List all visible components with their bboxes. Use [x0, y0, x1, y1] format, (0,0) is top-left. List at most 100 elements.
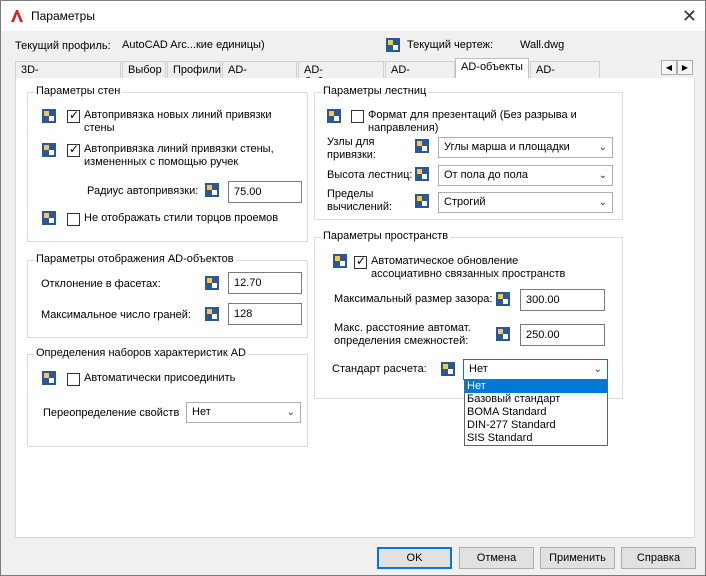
dropdown-option-basic[interactable]: Базовый стандарт — [465, 393, 607, 406]
max-gap-label: Максимальный размер зазора: — [334, 293, 493, 305]
tab-scroll-left-icon[interactable]: ◀ — [661, 60, 677, 75]
max-gap-input[interactable]: 300.00 — [520, 289, 605, 311]
tab-scroll-right-icon[interactable]: ▶ — [677, 60, 693, 75]
drawing-icon — [42, 143, 56, 157]
drawing-icon — [415, 167, 429, 181]
tab-ad-projects[interactable]: AD-проекты — [385, 61, 455, 88]
hide-endcap-styles-checkbox[interactable] — [67, 213, 80, 226]
presentation-format-label-2: направления) — [368, 122, 439, 134]
tab-ad-objects[interactable]: AD-объекты — [455, 58, 529, 79]
snap-nodes-label-2: привязки: — [327, 149, 376, 161]
stair-height-select[interactable]: От пола до пола ⌄ — [438, 165, 613, 186]
current-profile-label: Текущий профиль: — [15, 40, 111, 52]
auto-snap-grip-walls-label: Автопривязка линий привязки стены, — [84, 143, 274, 155]
drawing-icon — [42, 371, 56, 385]
title-bar: Параметры ✕ — [1, 1, 705, 31]
auto-update-spaces-checkbox[interactable]: ✓ — [354, 254, 367, 269]
psets-group: Определения наборов характеристик AD — [27, 347, 308, 447]
chevron-down-icon: ⌄ — [598, 142, 607, 153]
tab-ad-library[interactable]: AD-библиотека — [298, 61, 384, 88]
snap-nodes-select[interactable]: Углы марша и площадки ⌄ — [438, 137, 613, 158]
snap-radius-label: Радиус автопривязки: — [87, 185, 199, 197]
help-button[interactable]: Справка — [621, 547, 696, 569]
drawing-icon — [415, 139, 429, 153]
presentation-format-label: Формат для презентаций (Без разрыва и — [368, 109, 577, 121]
auto-snap-new-walls-label-2: стены — [84, 122, 115, 134]
calc-limits-value: Строгий — [444, 196, 486, 208]
facet-deviation-input[interactable]: 12.70 — [228, 272, 302, 294]
tab-ad-editor[interactable]: AD-редактор — [222, 61, 297, 88]
calc-limits-select[interactable]: Строгий ⌄ — [438, 192, 613, 213]
cancel-button[interactable]: Отмена — [459, 547, 534, 569]
stair-height-label: Высота лестниц: — [327, 169, 413, 181]
display-group-title: Параметры отображения AD-объектов — [34, 253, 236, 265]
tab-3d-modeling[interactable]: 3D-моделирование — [15, 61, 121, 88]
drawing-icon — [205, 307, 219, 321]
chevron-down-icon: ⌄ — [593, 364, 602, 375]
property-override-value: Нет — [192, 406, 211, 418]
drawing-icon — [333, 254, 347, 268]
chevron-down-icon: ⌄ — [286, 407, 295, 418]
adjacency-distance-label-2: определения смежностей: — [334, 335, 469, 347]
psets-group-title: Определения наборов характеристик AD — [34, 347, 248, 359]
hide-endcap-styles-label: Не отображать стили торцов проемов — [84, 212, 279, 224]
drawing-icon — [205, 276, 219, 290]
options-dialog: Параметры ✕ Текущий профиль: AutoCAD Arc… — [0, 0, 706, 576]
calc-limits-label: Пределы — [327, 188, 374, 200]
drawing-icon — [496, 327, 510, 341]
autocad-logo-icon — [11, 10, 23, 22]
close-icon[interactable]: ✕ — [682, 6, 697, 27]
calc-standard-label: Стандарт расчета: — [332, 363, 427, 375]
auto-attach-label: Автоматически присоединить — [84, 372, 236, 384]
checkmark-icon: ✓ — [356, 254, 367, 268]
presentation-format-checkbox[interactable] — [351, 110, 364, 123]
chevron-down-icon: ⌄ — [598, 170, 607, 181]
property-override-label: Переопределение свойств — [43, 407, 180, 419]
tab-profiles[interactable]: Профили — [167, 61, 221, 78]
auto-snap-new-walls-checkbox[interactable]: ✓ — [67, 108, 80, 123]
current-drawing-value: Wall.dwg — [520, 39, 565, 51]
checkmark-icon: ✓ — [69, 142, 80, 156]
stair-height-value: От пола до пола — [444, 169, 529, 181]
snap-radius-input[interactable]: 75.00 — [228, 181, 302, 203]
drawing-icon — [415, 194, 429, 208]
drawing-icon — [42, 211, 56, 225]
dropdown-option-none[interactable]: Нет — [465, 380, 607, 393]
auto-snap-new-walls-label: Автопривязка новых линий привязки — [84, 109, 272, 121]
chevron-down-icon: ⌄ — [598, 197, 607, 208]
max-faces-label: Максимальное число граней: — [41, 309, 191, 321]
stairs-group-title: Параметры лестниц — [321, 85, 429, 97]
snap-nodes-label: Узлы для — [327, 136, 375, 148]
current-profile-value: AutoCAD Arc...кие единицы) — [122, 39, 265, 51]
auto-update-spaces-label-2: ассоциативно связанных пространств — [371, 268, 566, 280]
drawing-icon — [496, 292, 510, 306]
drawing-icon — [386, 38, 400, 52]
facet-deviation-label: Отклонение в фасетах: — [41, 278, 161, 290]
apply-button[interactable]: Применить — [540, 547, 615, 569]
current-drawing-label: Текущий чертеж: — [407, 39, 494, 51]
dropdown-option-boma[interactable]: BOMA Standard — [465, 406, 607, 419]
calc-standard-dropdown: Нет Базовый стандарт BOMA Standard DIN-2… — [464, 379, 608, 446]
auto-snap-grip-walls-checkbox[interactable]: ✓ — [67, 142, 80, 157]
dropdown-option-sis[interactable]: SIS Standard — [465, 432, 607, 445]
calc-limits-label-2: вычислений: — [327, 201, 393, 213]
tab-ad-dimensions[interactable]: AD-размеры — [530, 61, 600, 88]
dropdown-option-din277[interactable]: DIN-277 Standard — [465, 419, 607, 432]
tab-selection[interactable]: Выбор — [122, 61, 166, 78]
checkmark-icon: ✓ — [69, 108, 80, 122]
adjacency-distance-label: Макс. расстояние автомат. — [334, 322, 471, 334]
max-faces-input[interactable]: 128 — [228, 303, 302, 325]
window-title: Параметры — [31, 9, 95, 23]
auto-snap-grip-walls-label-2: измененных с помощью ручек — [84, 156, 239, 168]
property-override-select[interactable]: Нет ⌄ — [186, 402, 301, 423]
drawing-icon — [42, 109, 56, 123]
snap-nodes-value: Углы марша и площадки — [444, 141, 570, 153]
auto-update-spaces-label: Автоматическое обновление — [371, 255, 519, 267]
spaces-group-title: Параметры пространств — [321, 230, 451, 242]
auto-attach-checkbox[interactable] — [67, 373, 80, 386]
ok-button[interactable]: OK — [377, 547, 452, 569]
calc-standard-select[interactable]: Нет ⌄ — [463, 359, 608, 380]
adjacency-distance-input[interactable]: 250.00 — [520, 324, 605, 346]
drawing-icon — [327, 109, 341, 123]
drawing-icon — [205, 183, 219, 197]
